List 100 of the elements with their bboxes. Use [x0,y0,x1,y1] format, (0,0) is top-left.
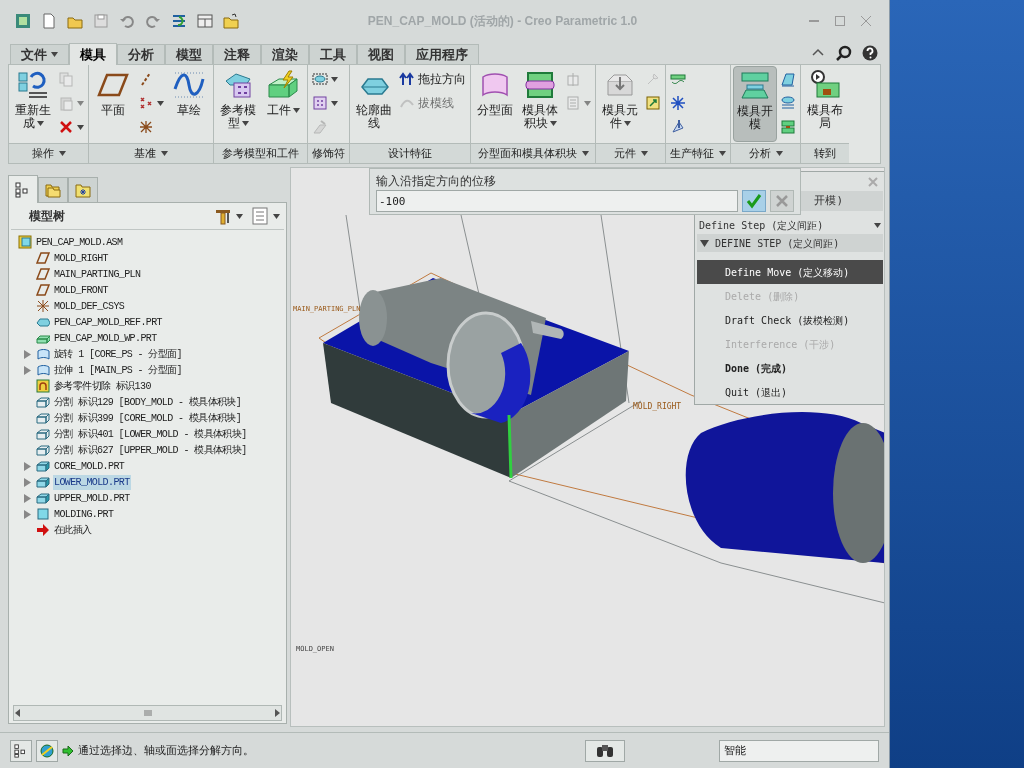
ribbon-button[interactable]: 拖拉方向 [397,68,468,90]
group-menu-button[interactable]: 生产特征 [666,143,730,163]
tree-item[interactable]: UPPER_MOLD.PRT [53,490,131,506]
split-icon [565,71,581,87]
cancel-button[interactable] [770,190,794,212]
tree-item[interactable]: 分割 标识399 [CORE_MOLD - 模具体积块] [53,410,243,426]
menu-dropdown[interactable]: Define Step (定义间距) [697,216,883,235]
ribbon-button[interactable]: 模具布局 [803,66,847,142]
grip-icon [142,709,153,717]
tree-item[interactable]: 分割 标识401 [LOWER_MOLD - 模具体积块] [53,426,248,442]
ribbon-tab[interactable]: 分析 [117,44,165,64]
search-button[interactable] [835,44,853,62]
show-button[interactable] [251,207,280,225]
ribbon-tab[interactable]: 工具 [309,44,357,64]
folder-button[interactable] [220,10,242,32]
pin-icon [645,71,661,87]
tree-item[interactable]: 旋转 1 [CORE_PS - 分型面] [53,346,183,362]
caret-icon [584,100,591,106]
projection-icon [780,119,796,135]
copy-icon [58,71,74,87]
tree-settings-button[interactable] [214,207,243,225]
split-icon [36,395,50,409]
tree-item[interactable]: MAIN_PARTING_PLN [53,266,142,282]
ribbon-button[interactable]: 重新生成 [11,66,55,142]
minimize-icon [809,20,819,22]
tree-item[interactable]: 在此插入 [53,522,93,538]
scroll-right-icon [273,709,281,717]
tree-item[interactable]: CORE_MOLD.PRT [53,458,126,474]
folder-icon [223,13,239,29]
ribbon-button[interactable]: 平面 [91,66,135,142]
browser-toggle-button[interactable] [36,739,58,762]
tree-item[interactable]: PEN_CAP_MOLD.ASM [35,234,124,250]
panel-tab[interactable] [8,175,38,203]
help-button[interactable] [861,44,879,62]
menu-item[interactable]: Done (完成) [697,356,883,380]
prompt-text: 输入沿指定方向的位移 [376,173,497,190]
ribbon-button[interactable]: 轮廓曲线 [352,66,396,142]
find-button[interactable] [585,739,625,762]
ok-button[interactable] [742,190,767,212]
tree-item[interactable]: MOLD_RIGHT [53,250,109,266]
checkmark-icon [746,193,763,209]
ribbon-button[interactable]: 草绘 [167,66,211,142]
file-menu[interactable]: 文件 [10,44,69,64]
ribbon-button[interactable]: 模具开模 [733,66,777,142]
tree-item[interactable]: 分割 标识627 [UPPER_MOLD - 模具体积块] [53,442,248,458]
paste-icon [58,95,74,111]
mold-open-icon [739,70,771,102]
group-menu-button[interactable]: 分型面和模具体积块 [471,143,595,163]
menu-item[interactable]: 开模) [814,192,843,210]
ribbon-button[interactable]: 工件 [261,66,305,142]
group-menu-button[interactable]: 基准 [89,143,213,163]
group-menu-button[interactable]: 操作 [9,143,88,163]
tree-item[interactable]: PEN_CAP_MOLD_REF.PRT [53,314,164,330]
tree-item[interactable]: 拉伸 1 [MAIN_PS - 分型面] [53,362,183,378]
tree-item[interactable]: 参考零件切除 标识130 [53,378,152,394]
group-menu-button[interactable]: 分析 [731,143,800,163]
close-icon [868,176,878,187]
value-input-field[interactable]: -100 [376,190,739,212]
points-icon [138,95,154,111]
volume-block-icon [524,69,556,101]
ribbon-tab[interactable]: 应用程序 [405,44,479,64]
close-button[interactable] [867,175,879,188]
caret-icon [58,151,66,156]
caret-icon [874,223,881,229]
plane-icon [36,267,50,281]
cube-icon [36,507,50,521]
menu-item[interactable]: Quit (退出) [697,380,883,404]
caret-icon [775,151,783,156]
ribbon-button[interactable]: 模具体积块 [518,66,562,142]
list-icon [565,95,581,111]
waterline-icon [670,71,686,87]
ribbon-tab[interactable]: 注释 [213,44,261,64]
ribbon-button[interactable]: 模具元件 [598,66,642,142]
ribbon-tab[interactable]: 模具 [69,43,117,65]
group-label: 参考模型和工件 [214,143,307,163]
ribbon-tab[interactable]: 模型 [165,44,213,64]
ribbon-button[interactable]: 参考模型 [216,66,260,142]
ribbon-tab[interactable]: 渲染 [261,44,309,64]
ribbon-button[interactable]: 分型面 [473,66,517,142]
folders-icon [45,182,61,198]
coordinate-system-icon [36,299,50,313]
tree-item[interactable]: MOLD_DEF_CSYS [53,298,126,314]
caret-icon [161,151,168,156]
tree-item[interactable]: LOWER_MOLD.PRT [53,474,131,490]
menu-item[interactable]: Draft Check (拔模检测) [697,308,883,332]
panel-tab[interactable] [68,177,98,202]
menu-item[interactable]: Define Move (定义移动) [697,260,883,284]
panel-tab[interactable] [38,177,68,202]
tree-item[interactable]: 分割 标识129 [BODY_MOLD - 模具体积块] [53,394,243,410]
ribbon-tab[interactable]: 视图 [357,44,405,64]
tree-item[interactable]: MOLDING.PRT [53,506,115,522]
model-tree-toggle-button[interactable] [10,739,32,762]
tree-item[interactable]: PEN_CAP_MOLD_WP.PRT [53,330,158,346]
selection-filter-dropdown[interactable]: 智能 [719,739,879,762]
tree-item[interactable]: MOLD_FRONT [53,282,109,298]
caret-icon [77,124,84,130]
delete-icon [58,119,74,135]
group-menu-button[interactable]: 元件 [596,143,665,163]
menu-section-header[interactable]: DEFINE STEP (定义间距) [697,234,883,252]
horizontal-scrollbar[interactable] [13,705,282,721]
